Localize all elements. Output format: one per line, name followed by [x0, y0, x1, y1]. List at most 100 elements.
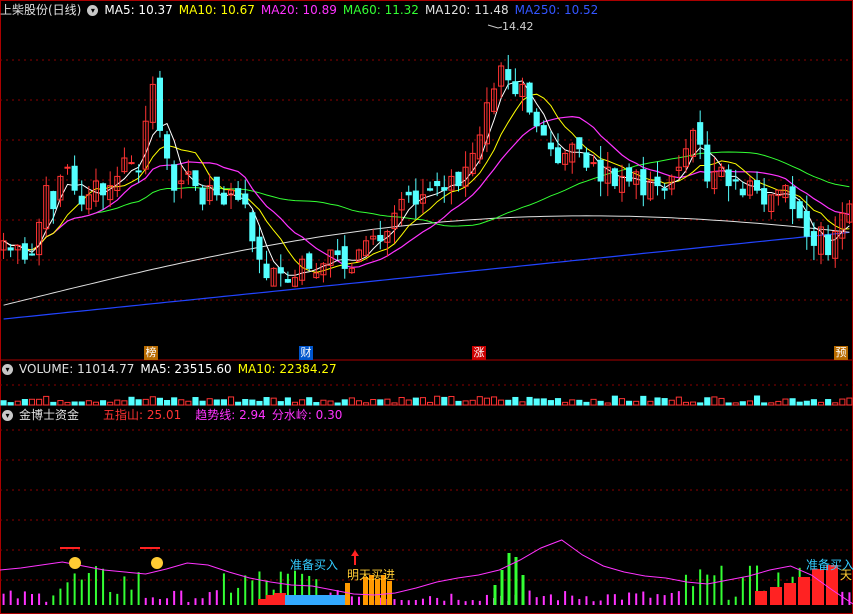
- ma60-label: MA60: 11.32: [342, 3, 419, 17]
- candle-body: [540, 125, 547, 136]
- candle-body: [597, 159, 604, 182]
- money-bag-icon: [69, 557, 81, 569]
- volume-bar: [142, 398, 149, 406]
- buy-arrow-icon: [351, 550, 359, 556]
- volume-bar: [611, 395, 618, 406]
- volume-bar: [526, 396, 533, 406]
- volume-bar: [796, 401, 803, 406]
- volume-bar: [14, 400, 21, 406]
- volume-bar: [71, 401, 78, 406]
- candle-body: [732, 179, 739, 182]
- volume-bar: [128, 396, 135, 406]
- candle-body: [455, 171, 462, 187]
- fund-block-red: [784, 583, 796, 605]
- candle-body: [235, 188, 242, 200]
- candle-body: [306, 253, 313, 269]
- candle-body: [526, 82, 533, 113]
- volume-bar: [348, 397, 355, 406]
- volume-bar: [235, 401, 242, 406]
- volume-bar: [398, 396, 405, 406]
- money-bag-icon: [151, 557, 163, 569]
- candle-body: [640, 169, 647, 196]
- candle-body: [135, 170, 142, 173]
- chevron-down-icon[interactable]: ▾: [87, 5, 99, 16]
- indicator-panel-header: ▾ 金博士资金 五指山: 25.01 趋势线: 2.94 分水岭: 0.30: [0, 407, 348, 423]
- event-marker-bang[interactable]: 榜: [144, 346, 158, 360]
- volume-bar: [256, 400, 263, 406]
- event-marker-cai[interactable]: 财: [299, 346, 313, 360]
- candle-body: [725, 169, 732, 187]
- volume-bar: [355, 400, 363, 406]
- volume-bar: [782, 398, 789, 406]
- fund-column-orange: [345, 583, 350, 605]
- chevron-down-icon[interactable]: ▾: [2, 364, 13, 375]
- volume-bar: [78, 401, 85, 406]
- volume-bar: [505, 399, 512, 406]
- volume-bar: [640, 395, 647, 406]
- volume-bar: [284, 397, 291, 406]
- volume-bar: [490, 396, 498, 406]
- volume-bar: [291, 401, 299, 406]
- stock-title[interactable]: 上柴股份(日线): [0, 3, 81, 17]
- volume-bar: [775, 400, 782, 406]
- volume-bar: [121, 400, 128, 406]
- volume-bar: [618, 398, 626, 406]
- ma10-label: MA10: 10.67: [178, 3, 255, 17]
- candle-body: [256, 236, 263, 260]
- candle-body: [199, 187, 206, 205]
- candle-body: [50, 191, 57, 210]
- chart-border: [0, 0, 853, 614]
- volume-bar: [590, 398, 597, 406]
- candle-body: [64, 166, 71, 169]
- volume-bar: [206, 398, 213, 406]
- candle-body: [512, 81, 519, 95]
- high-price-label: 14.42: [502, 20, 534, 33]
- candle-body: [163, 134, 171, 159]
- event-marker-zhang[interactable]: 涨: [472, 346, 486, 360]
- volume-bar: [21, 399, 28, 406]
- candle-body: [611, 168, 618, 187]
- volume-bar: [476, 396, 483, 406]
- volume-bar: [100, 400, 107, 406]
- volume-bar: [370, 399, 377, 406]
- candle-body: [626, 167, 633, 182]
- candle-body: [533, 111, 540, 127]
- candle-body: [810, 231, 817, 246]
- volume-bar: [704, 397, 711, 406]
- candle-body: [28, 253, 36, 256]
- candle-body: [547, 142, 554, 150]
- candle-body: [505, 69, 512, 81]
- volume-bar: [199, 400, 206, 406]
- volume-bar: [306, 397, 313, 406]
- volume-bar: [270, 397, 277, 406]
- volume-bar: [171, 397, 178, 406]
- volume-bar: [597, 400, 604, 406]
- fenshuiling-value: 分水岭: 0.30: [271, 408, 343, 422]
- volume-bar: [377, 399, 384, 406]
- candle-body: [654, 176, 661, 187]
- volume-bar: [391, 402, 398, 406]
- fund-block-red: [798, 577, 810, 605]
- candle-body: [789, 186, 796, 210]
- volume-bar: [156, 397, 163, 406]
- volume-bar: [569, 399, 576, 406]
- candle-body: [796, 201, 803, 219]
- event-marker-yu[interactable]: 预: [834, 346, 848, 360]
- kline-chart-canvas[interactable]: [0, 0, 853, 614]
- ma5-line: [3, 80, 850, 276]
- volume-bar: [711, 396, 718, 406]
- volume-bar: [483, 397, 490, 406]
- volume-bar: [455, 400, 462, 406]
- candle-body: [697, 122, 704, 145]
- volume-bar: [675, 396, 682, 406]
- high-pointer: [487, 24, 503, 29]
- chevron-down-icon[interactable]: ▾: [2, 410, 13, 421]
- candle-body: [249, 212, 256, 242]
- candle-body: [590, 162, 597, 165]
- volume-bar: [327, 400, 334, 406]
- buy-prepare-label-1: 准备买入: [290, 558, 339, 572]
- volume-bar: [668, 399, 675, 406]
- volume-bar: [64, 401, 71, 406]
- wuzhishan-value: 五指山: 25.01: [103, 408, 182, 422]
- indicator-title[interactable]: 金博士资金: [19, 408, 79, 422]
